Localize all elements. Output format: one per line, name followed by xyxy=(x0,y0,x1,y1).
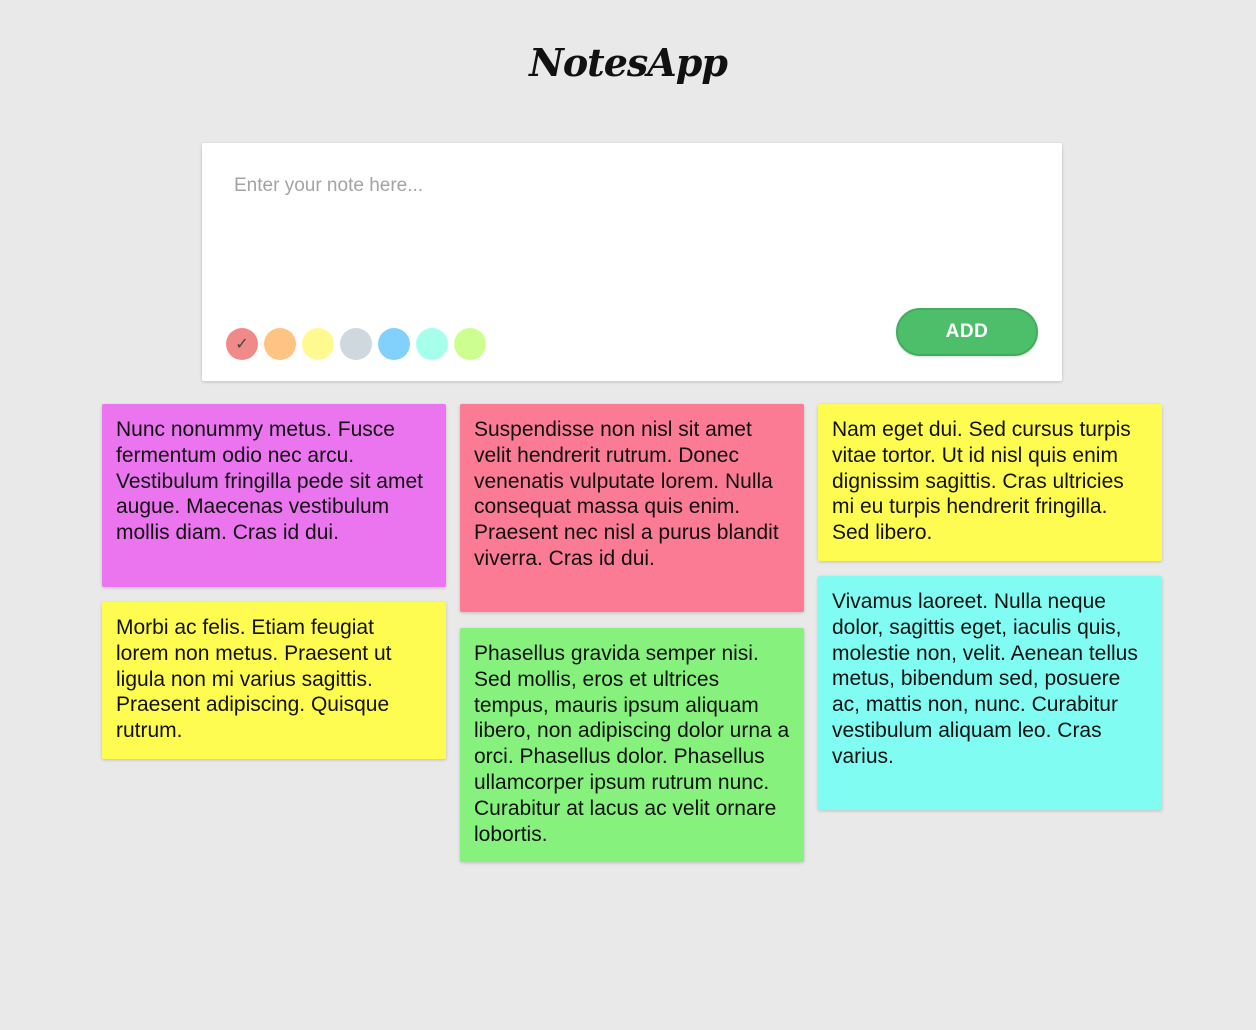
color-swatch[interactable] xyxy=(378,328,410,360)
note-text: Morbi ac felis. Etiam feugiat lorem non … xyxy=(116,616,392,743)
color-swatch[interactable]: ✓ xyxy=(226,328,258,360)
color-picker: ✓ xyxy=(226,328,486,360)
note-text: Nunc nonummy metus. Fusce fermentum odio… xyxy=(116,418,423,545)
app-logo: NotesApp xyxy=(529,40,728,85)
color-swatch[interactable] xyxy=(264,328,296,360)
note-text: Phasellus gravida semper nisi. Sed molli… xyxy=(474,642,790,846)
color-swatch[interactable] xyxy=(340,328,372,360)
note-card[interactable]: Nunc nonummy metus. Fusce fermentum odio… xyxy=(102,404,446,587)
note-card[interactable]: Morbi ac felis. Etiam feugiat lorem non … xyxy=(102,602,446,759)
notes-app: NotesApp ✓ ADD Nunc nonummy metus. Fusce… xyxy=(0,0,1256,1030)
note-card[interactable]: Suspendisse non nisl sit amet velit hend… xyxy=(460,404,804,612)
color-swatch[interactable] xyxy=(454,328,486,360)
note-card[interactable]: Phasellus gravida semper nisi. Sed molli… xyxy=(460,628,804,862)
color-swatch[interactable] xyxy=(302,328,334,360)
note-text: Suspendisse non nisl sit amet velit hend… xyxy=(474,418,779,570)
note-text: Nam eget dui. Sed cursus turpis vitae to… xyxy=(832,418,1131,545)
note-card[interactable]: Vivamus laoreet. Nulla neque dolor, sagi… xyxy=(818,576,1162,810)
add-note-button[interactable]: ADD xyxy=(896,308,1038,356)
check-icon: ✓ xyxy=(235,336,249,353)
color-swatch[interactable] xyxy=(416,328,448,360)
note-text: Vivamus laoreet. Nulla neque dolor, sagi… xyxy=(832,590,1138,768)
note-card[interactable]: Nam eget dui. Sed cursus turpis vitae to… xyxy=(818,404,1162,561)
